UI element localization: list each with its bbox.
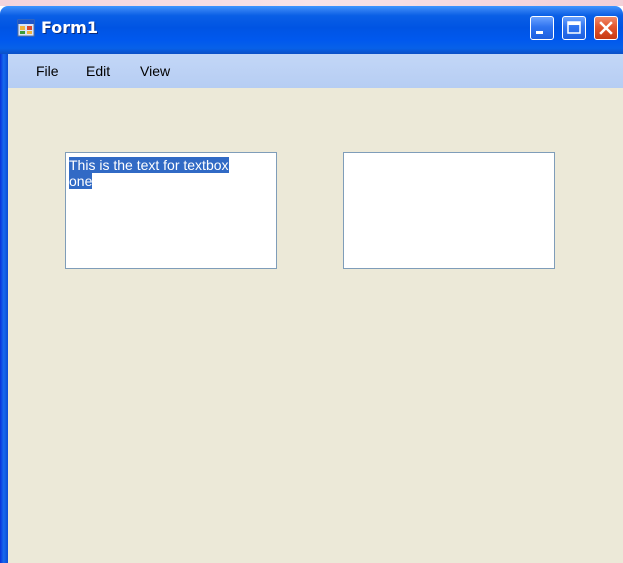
- textbox-one-content: This is the text for textbox one: [69, 157, 269, 189]
- window-title: Form1: [41, 18, 98, 37]
- menu-bar: File Edit View: [8, 54, 623, 88]
- textbox-two[interactable]: [343, 152, 555, 269]
- maximize-button[interactable]: [562, 16, 586, 40]
- app-form-icon: [17, 19, 35, 37]
- minimize-icon: [536, 31, 543, 34]
- maximize-icon: [567, 21, 581, 34]
- app-window: Form1 File Edit View This is the text fo…: [0, 0, 623, 563]
- window-frame-left: [0, 54, 8, 563]
- form-client-area: This is the text for textbox one: [8, 88, 623, 563]
- textbox-one[interactable]: This is the text for textbox one: [65, 152, 277, 269]
- title-bar[interactable]: Form1: [0, 6, 623, 54]
- textbox-one-line-1: This is the text for textbox: [69, 157, 229, 173]
- close-button[interactable]: [594, 16, 618, 40]
- menu-file[interactable]: File: [36, 62, 59, 80]
- minimize-button[interactable]: [530, 16, 554, 40]
- menu-view[interactable]: View: [140, 62, 170, 80]
- textbox-one-line-2: one: [69, 173, 93, 189]
- close-icon: [599, 21, 613, 35]
- menu-edit[interactable]: Edit: [86, 62, 110, 80]
